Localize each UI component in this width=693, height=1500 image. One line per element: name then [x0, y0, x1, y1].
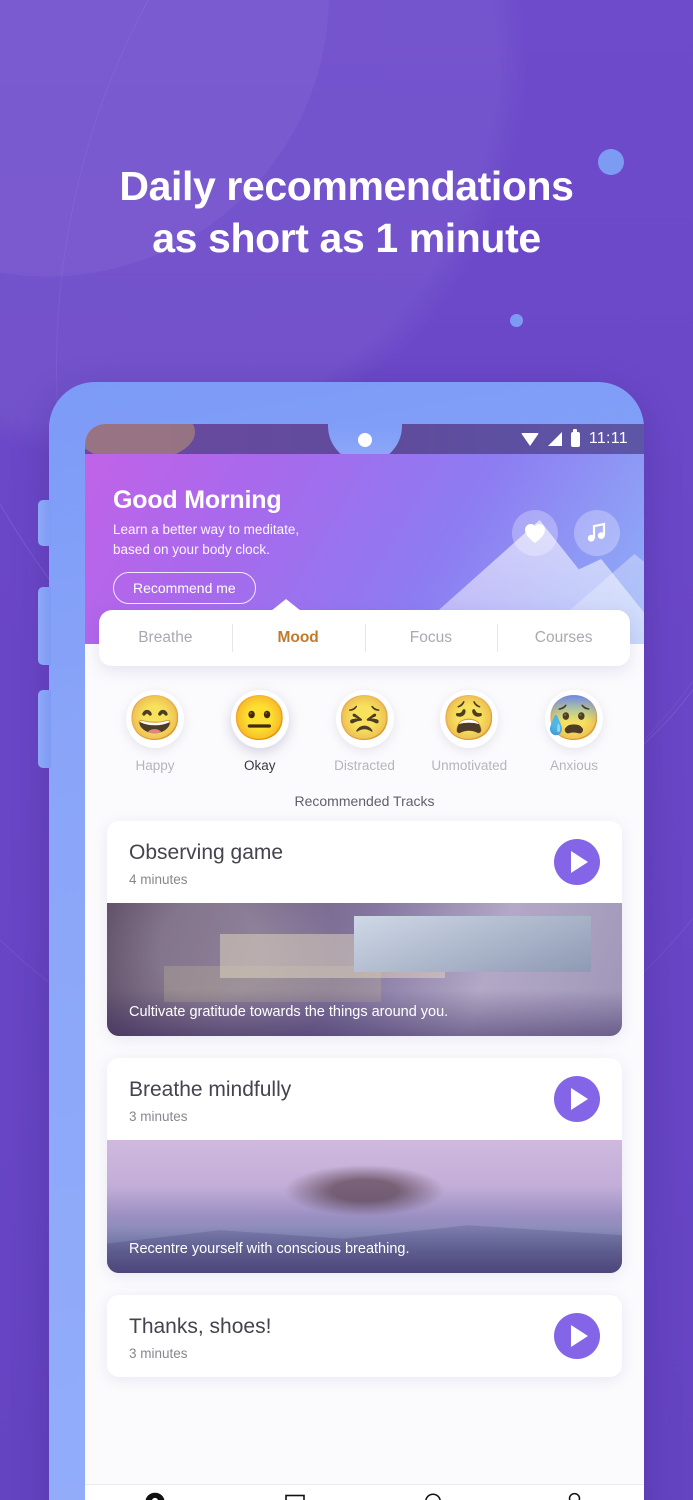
status-bar: 11:11 — [85, 424, 644, 454]
mood-okay-icon: 😐 — [230, 690, 289, 748]
nav-item-explore[interactable]: Explore — [365, 1492, 505, 1500]
greeting-subtitle-line-1: Learn a better way to meditate, — [113, 522, 300, 537]
phone-notch — [327, 424, 402, 454]
mood-distracted-label: Distracted — [334, 758, 395, 773]
front-camera-dot — [357, 433, 372, 447]
tab-breathe[interactable]: Breathe — [99, 610, 232, 666]
track-title: Breathe mindfully — [129, 1078, 292, 1101]
category-tabs-container: Breathe Mood Focus Courses — [99, 599, 630, 666]
mood-option-anxious[interactable]: 😰 Anxious — [526, 690, 622, 773]
nav-item-me[interactable]: Me — [504, 1492, 644, 1500]
tab-mood[interactable]: Mood — [231, 610, 365, 666]
signal-icon — [547, 432, 562, 446]
play-icon — [570, 851, 588, 873]
mood-happy-icon: 😄 — [126, 690, 184, 748]
track-play-button[interactable] — [554, 839, 600, 885]
mood-anxious-label: Anxious — [549, 758, 599, 773]
tabs-active-pointer — [271, 599, 301, 611]
play-icon — [570, 1325, 588, 1347]
track-card[interactable]: Thanks, shoes! 3 minutes — [107, 1295, 622, 1377]
hero-text-block: Good Morning Learn a better way to medit… — [113, 486, 299, 605]
mood-option-okay[interactable]: 😐 Okay — [212, 690, 308, 773]
play-square-icon — [284, 1492, 306, 1500]
mood-option-distracted[interactable]: 😣 Distracted — [317, 690, 413, 773]
mood-anxious-icon: 😰 — [545, 690, 603, 748]
track-duration: 4 minutes — [129, 872, 188, 887]
mood-distracted-icon: 😣 — [335, 690, 394, 748]
track-play-button[interactable] — [554, 1313, 600, 1359]
recommended-tracks-title: Recommended Tracks — [294, 793, 435, 809]
phone-side-button-1 — [38, 500, 51, 546]
track-card-header: Breathe mindfully 3 minutes — [107, 1058, 622, 1140]
promo-headline: Daily recommendations as short as 1 minu… — [0, 160, 693, 264]
track-caption: Cultivate gratitude towards the things a… — [107, 989, 622, 1036]
search-icon — [423, 1492, 446, 1500]
mood-unmotivated-label: Unmotivated — [431, 758, 508, 773]
headline-line-1: Daily recommendations — [119, 163, 574, 209]
mood-unmotivated-icon: 😩 — [440, 690, 499, 748]
phone-screen: 11:11 Good Morning Learn a better way to… — [85, 424, 644, 1500]
mood-option-unmotivated[interactable]: 😩 Unmotivated — [421, 690, 517, 773]
home-logo-icon — [144, 1492, 166, 1500]
person-icon — [563, 1492, 586, 1500]
category-tabs: Breathe Mood Focus Courses — [99, 610, 630, 666]
track-title: Observing game — [129, 841, 284, 864]
wifi-icon — [520, 432, 539, 446]
music-button[interactable] — [574, 510, 620, 556]
track-caption: Recentre yourself with conscious breathi… — [107, 1226, 622, 1273]
track-thumbnail: Cultivate gratitude towards the things a… — [107, 903, 622, 1036]
phone-side-button-3 — [38, 690, 51, 768]
track-card-header: Thanks, shoes! 3 minutes — [107, 1295, 622, 1377]
status-bar-clock: 11:11 — [588, 430, 628, 447]
music-note-icon — [587, 522, 606, 542]
greeting-subtitle-line-2: based on your body clock. — [113, 541, 270, 557]
phone-side-button-2 — [38, 587, 51, 665]
track-duration: 3 minutes — [129, 1109, 188, 1124]
nav-item-watch[interactable]: Watch — [225, 1492, 365, 1500]
track-duration: 3 minutes — [129, 1346, 188, 1361]
mood-selector: 😄 Happy 😐 Okay 😣 Distracted 😩 Unmotivate… — [85, 666, 644, 773]
bottom-navigation: Home Watch Explore — [85, 1484, 644, 1500]
track-play-button[interactable] — [554, 1076, 600, 1122]
track-card[interactable]: Observing game 4 minutes Cultivate grati… — [107, 821, 622, 1036]
hero-action-buttons — [512, 510, 620, 556]
decorative-dot-small — [510, 314, 523, 327]
track-thumbnail: Recentre yourself with conscious breathi… — [107, 1140, 622, 1273]
mood-happy-label: Happy — [135, 758, 175, 773]
greeting-subtitle: Learn a better way to meditate, based on… — [113, 520, 299, 559]
track-title: Thanks, shoes! — [129, 1315, 272, 1338]
track-card[interactable]: Breathe mindfully 3 minutes Recentre you… — [107, 1058, 622, 1273]
track-list: Observing game 4 minutes Cultivate grati… — [85, 821, 644, 1377]
phone-mockup: 11:11 Good Morning Learn a better way to… — [38, 382, 644, 1500]
battery-icon — [570, 428, 580, 447]
mood-option-happy[interactable]: 😄 Happy — [107, 690, 203, 773]
tab-courses[interactable]: Courses — [497, 610, 630, 666]
headline-line-2: as short as 1 minute — [152, 215, 541, 262]
tab-focus[interactable]: Focus — [364, 610, 498, 666]
favorite-button[interactable] — [512, 510, 558, 556]
track-card-header: Observing game 4 minutes — [107, 821, 622, 903]
heart-icon — [525, 524, 545, 543]
nav-item-home[interactable]: Home — [85, 1492, 225, 1500]
greeting-title: Good Morning — [113, 486, 282, 514]
recommend-me-button[interactable]: Recommend me — [113, 572, 256, 605]
play-icon — [570, 1088, 588, 1110]
mood-okay-label: Okay — [243, 758, 276, 773]
